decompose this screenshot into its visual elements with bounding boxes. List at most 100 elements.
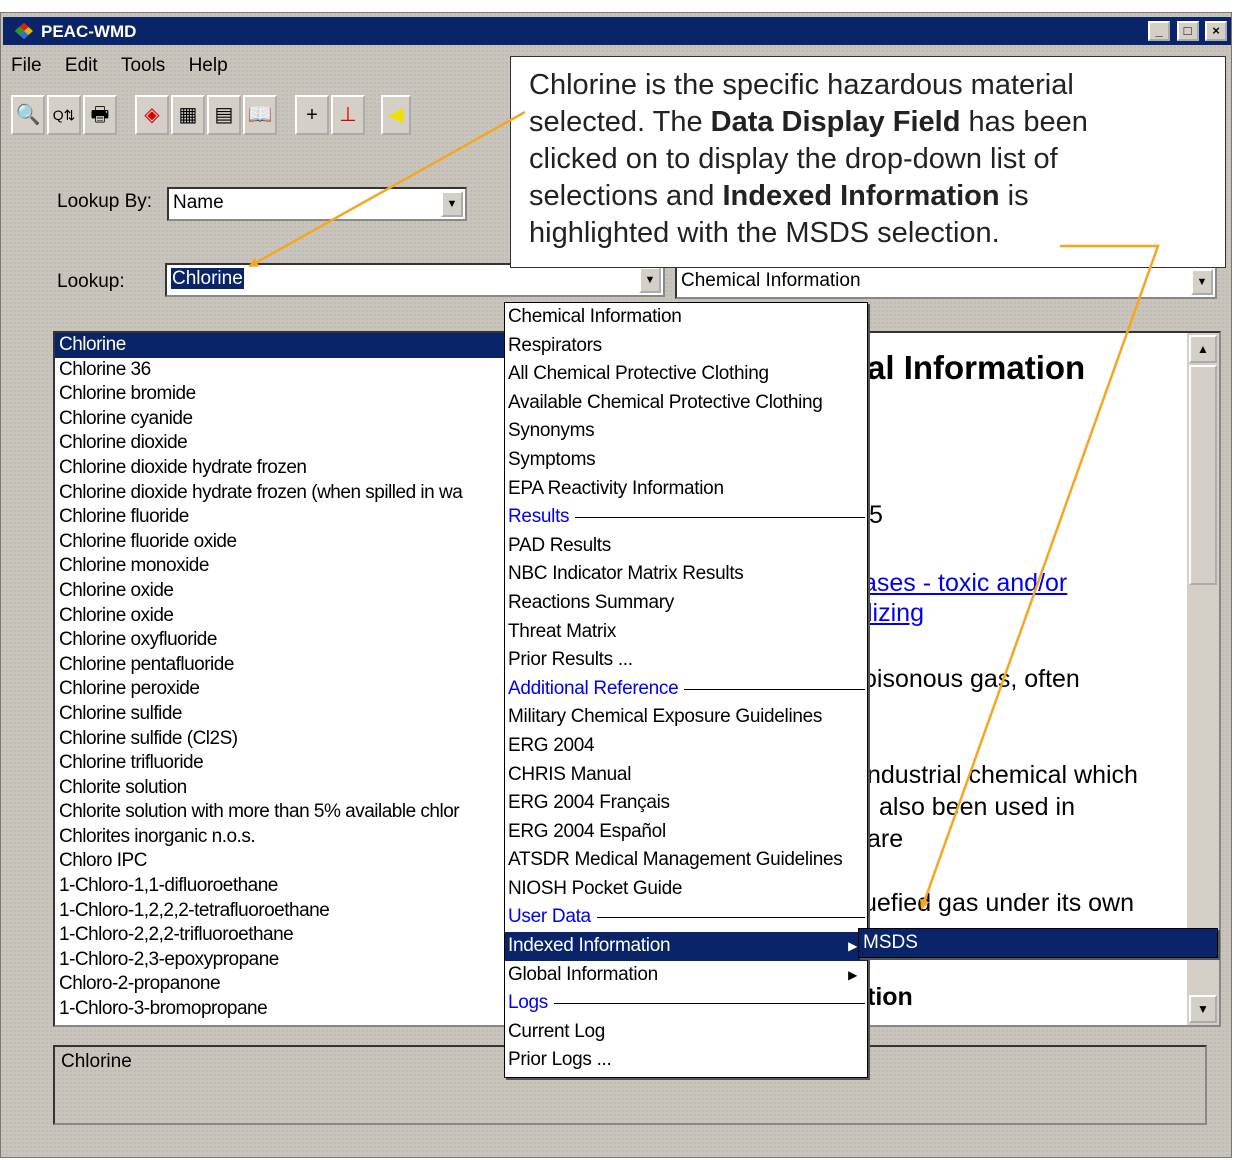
search-icon[interactable]: 🔍	[11, 95, 45, 135]
list-item[interactable]: Chlorine dioxide hydrate frozen	[55, 456, 507, 481]
grid-icon[interactable]: ▦	[171, 95, 205, 135]
menu-item[interactable]: NBC Indicator Matrix Results	[505, 560, 867, 589]
chevron-down-icon[interactable]: ▼	[1191, 269, 1213, 295]
maximize-button[interactable]: □	[1176, 21, 1199, 41]
lookup-by-select[interactable]: Name ▼	[167, 187, 467, 221]
list-item[interactable]: Chlorite solution with more than 5% avai…	[55, 800, 507, 825]
list-item[interactable]: Chlorine sulfide (Cl2S)	[55, 727, 507, 752]
submenu-item-msds[interactable]: MSDS	[858, 928, 1218, 958]
list-item[interactable]: Chlorine bromide	[55, 382, 507, 407]
menu-item[interactable]: CHRIS Manual	[505, 761, 867, 790]
list-item[interactable]: Chloro IPC	[55, 849, 507, 874]
lookup-by-value: Name	[173, 192, 224, 213]
minimize-button[interactable]: _	[1148, 21, 1171, 41]
menu-item[interactable]: PAD Results	[505, 532, 867, 561]
menu-file[interactable]: File	[11, 55, 42, 77]
chevron-down-icon[interactable]: ▼	[441, 191, 463, 217]
red-marker-icon[interactable]: ⊥	[331, 95, 365, 135]
scroll-thumb[interactable]	[1189, 365, 1217, 585]
search-replace-icon[interactable]: Q⇅	[47, 95, 81, 135]
list-item[interactable]: Chlorites inorganic n.o.s.	[55, 825, 507, 850]
table-icon[interactable]: ▤	[207, 95, 241, 135]
list-item[interactable]: Chlorine cyanide	[55, 407, 507, 432]
content-text-5: uefied gas under its own	[863, 889, 1135, 917]
title-bar[interactable]: PEAC-WMD _ □ ×	[3, 17, 1231, 45]
content-link-1[interactable]: ases - toxic and/or	[863, 569, 1067, 598]
window-title: PEAC-WMD	[41, 22, 137, 41]
menu-item[interactable]: Respirators	[505, 332, 867, 361]
menu-item[interactable]: Reactions Summary	[505, 589, 867, 618]
scroll-up-icon[interactable]: ▲	[1189, 335, 1217, 363]
callout-line-3: clicked on to display the drop-down list…	[529, 143, 1058, 175]
list-item[interactable]: 1-Chloro-1,1-difluoroethane	[55, 874, 507, 899]
list-item[interactable]: Chlorine monoxide	[55, 554, 507, 579]
lookup-value: Chlorine	[171, 268, 244, 289]
list-item[interactable]: Chlorine oxyfluoride	[55, 628, 507, 653]
list-item[interactable]: Chlorine peroxide	[55, 677, 507, 702]
menu-item[interactable]: EPA Reactivity Information	[505, 475, 867, 504]
menu-item[interactable]: ERG 2004 Español	[505, 818, 867, 847]
menu-item[interactable]: Symptoms	[505, 446, 867, 475]
list-item[interactable]: Chlorine oxide	[55, 579, 507, 604]
material-list[interactable]: Chlorine Chlorine 36 Chlorine bromide Chlor…	[53, 331, 509, 1027]
callout-line-5: highlighted with the MSDS selection.	[529, 217, 1000, 249]
printer-icon[interactable]: 🖶	[83, 95, 117, 135]
list-item[interactable]: Chlorine fluoride	[55, 505, 507, 530]
menu-item[interactable]: Available Chemical Protective Clothing	[505, 389, 867, 418]
list-item[interactable]: Chlorine sulfide	[55, 702, 507, 727]
menu-item[interactable]: ERG 2004 Français	[505, 789, 867, 818]
menu-item[interactable]: Chemical Information	[505, 303, 867, 332]
submenu-arrow-icon: ▶	[848, 939, 857, 954]
menu-help[interactable]: Help	[189, 55, 228, 77]
menu-item[interactable]: Threat Matrix	[505, 618, 867, 647]
list-item[interactable]: 1-Chloro-2,3-epoxypropane	[55, 948, 507, 973]
left-arrow-icon[interactable]: ◀	[381, 95, 411, 135]
menu-item[interactable]: Indexed Information ▶	[505, 932, 867, 961]
menu-item[interactable]: Prior Logs ...	[505, 1046, 867, 1075]
menu-section-header: Results	[505, 503, 867, 532]
list-item[interactable]: Chlorine	[55, 333, 507, 358]
plus-icon[interactable]: +	[295, 95, 329, 135]
list-item[interactable]: Chlorine dioxide	[55, 431, 507, 456]
data-display-value: Chemical Information	[681, 270, 861, 291]
menu-edit[interactable]: Edit	[65, 55, 98, 77]
book-icon[interactable]: 📖	[243, 95, 277, 135]
menu-item[interactable]: ERG 2004	[505, 732, 867, 761]
annotation-callout: Chlorine is the specific hazardous mater…	[510, 56, 1226, 268]
menu-section-header: Additional Reference	[505, 675, 867, 704]
content-panel: al Information 5 ases - toxic and/or liz…	[841, 331, 1221, 1027]
menu-item[interactable]: Current Log	[505, 1018, 867, 1047]
list-item[interactable]: 1-Chloro-2,2,2-trifluoroethane	[55, 923, 507, 948]
chevron-down-icon[interactable]: ▼	[639, 267, 661, 293]
list-item[interactable]: Chlorine fluoride oxide	[55, 530, 507, 555]
list-item[interactable]: 1-Chloro-3-bromopropane	[55, 997, 507, 1022]
lookup-input[interactable]: Chlorine ▼	[165, 263, 665, 297]
menu-item[interactable]: ATSDR Medical Management Guidelines	[505, 846, 867, 875]
diamond-icon[interactable]: ◈	[135, 95, 169, 135]
menu-item[interactable]: Military Chemical Exposure Guidelines	[505, 703, 867, 732]
list-item[interactable]: Chlorine pentafluoride	[55, 653, 507, 678]
content-scrollbar[interactable]: ▲ ▼	[1187, 333, 1219, 1025]
data-display-dropdown-menu[interactable]: Chemical Information Respirators All Chemi…	[504, 302, 868, 1078]
app-logo-icon	[15, 23, 33, 39]
content-heading-2: tion	[867, 983, 913, 1011]
menu-item[interactable]: NIOSH Pocket Guide	[505, 875, 867, 904]
data-display-field[interactable]: Chemical Information ▼	[675, 265, 1217, 299]
list-item[interactable]: Chlorine 36	[55, 358, 507, 383]
content-link-2[interactable]: lizing	[867, 599, 924, 628]
list-item[interactable]: Chloro-2-propanone	[55, 972, 507, 997]
close-button[interactable]: ×	[1205, 21, 1227, 41]
list-item[interactable]: Chlorine dioxide hydrate frozen (when sp…	[55, 481, 507, 506]
list-item[interactable]: Chlorine oxide	[55, 604, 507, 629]
list-item[interactable]: Chlorine trifluoride	[55, 751, 507, 776]
submenu-arrow-icon: ▶	[848, 967, 857, 982]
menu-item[interactable]: Synonyms	[505, 417, 867, 446]
menu-tools[interactable]: Tools	[121, 55, 165, 77]
list-item[interactable]: 1-Chloro-1,2,2,2-tetrafluoroethane	[55, 899, 507, 924]
list-item[interactable]: Chlorite solution	[55, 776, 507, 801]
callout-line-2: selected. The Data Display Field has bee…	[529, 106, 1088, 138]
scroll-down-icon[interactable]: ▼	[1189, 995, 1217, 1023]
menu-item[interactable]: Prior Results ...	[505, 646, 867, 675]
menu-item[interactable]: All Chemical Protective Clothing	[505, 360, 867, 389]
menu-item[interactable]: Global Information ▶	[505, 961, 867, 990]
